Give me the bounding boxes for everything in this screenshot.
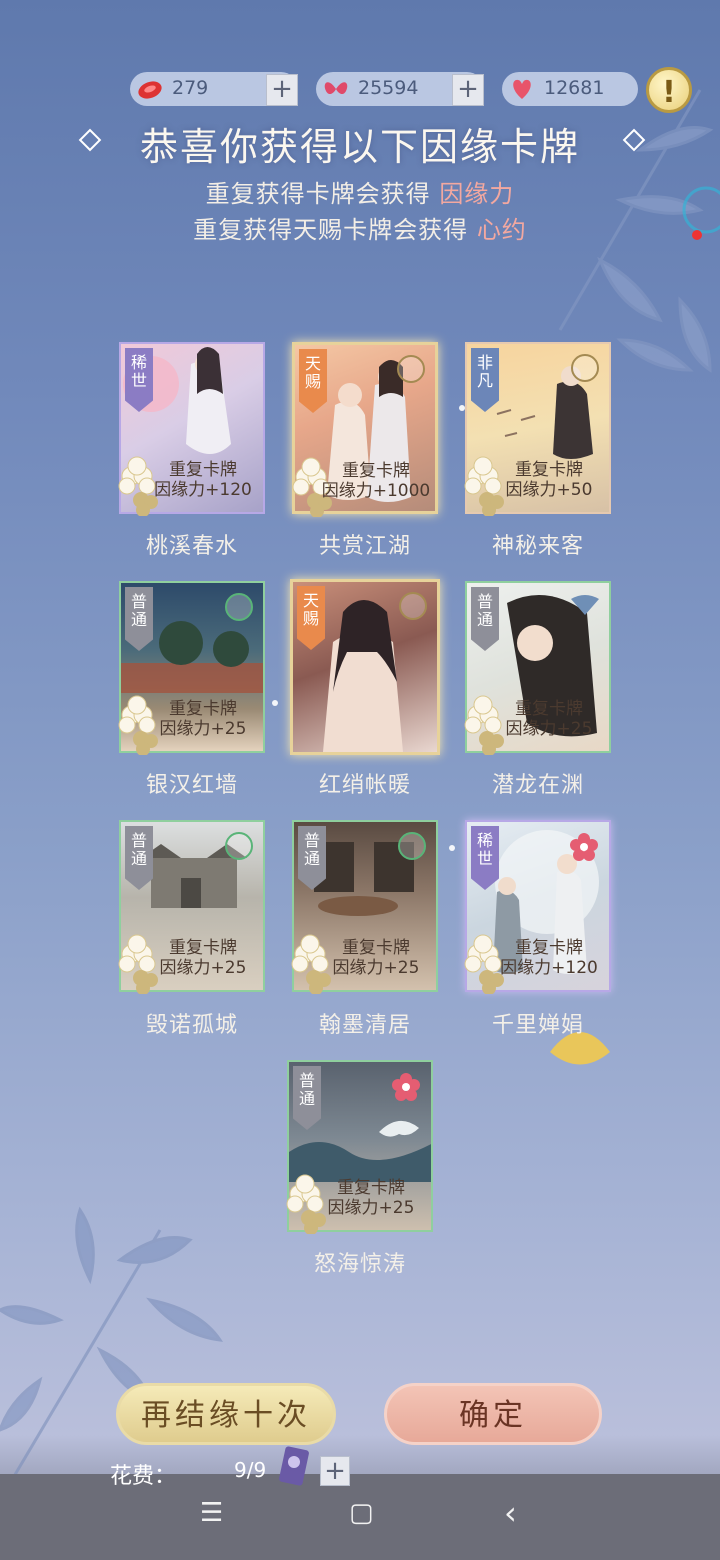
card-emblem-icon xyxy=(571,354,599,382)
repeat-info: 重复卡牌 因缘力+25 xyxy=(143,938,263,978)
fan-icon xyxy=(571,595,599,615)
rank-badge: 天赐 xyxy=(297,586,325,650)
red-gem-icon xyxy=(138,81,162,99)
ticket-icon xyxy=(279,1446,309,1486)
repeat-label: 重复卡牌 xyxy=(169,938,237,958)
card-name: 怒海惊涛 xyxy=(313,1252,406,1277)
card-emblem-icon xyxy=(225,832,253,860)
card-emblem-icon xyxy=(397,355,425,383)
card-emblem-icon xyxy=(225,593,253,621)
repeat-label: 重复卡牌 xyxy=(515,460,583,480)
butterfly-counter: 25594 + xyxy=(316,72,484,106)
repeat-label: 重复卡牌 xyxy=(342,938,410,958)
repeat-info: 重复卡牌 因缘力+1000 xyxy=(317,461,435,501)
card-name: 千里婵娟 xyxy=(491,1013,584,1038)
repeat-label: 重复卡牌 xyxy=(515,699,583,719)
rank-badge: 普通 xyxy=(298,826,326,890)
card-name: 银汉红墙 xyxy=(145,773,238,798)
card-nuhai-jingtao[interactable]: 普通 重复卡牌 因缘力+25 xyxy=(286,1060,433,1234)
repeat-info: 重复卡牌 因缘力+120 xyxy=(489,938,609,978)
rank-badge: 普通 xyxy=(125,587,153,651)
subtitle-2-highlight: 心约 xyxy=(476,216,527,244)
plum-blossom-icon xyxy=(392,1073,420,1101)
cost-value: 9/9 xyxy=(234,1458,267,1482)
back-nav-button[interactable]: ‹ xyxy=(504,1494,517,1532)
card-name: 桃溪春水 xyxy=(145,534,238,559)
repeat-label: 重复卡牌 xyxy=(337,1178,405,1198)
card-huinuo-gucheng[interactable]: 普通 重复卡牌 因缘力+25 xyxy=(118,820,265,994)
card-emblem-icon xyxy=(398,832,426,860)
gain-label: 因缘力+120 xyxy=(500,958,598,978)
repeat-info: 重复卡牌 因缘力+50 xyxy=(489,460,609,500)
card-name: 毁诺孤城 xyxy=(145,1013,238,1038)
subtitle-1-text: 重复获得卡牌会获得 xyxy=(205,180,431,208)
gain-label: 因缘力+25 xyxy=(159,719,247,739)
gain-label: 因缘力+25 xyxy=(327,1198,415,1218)
card-taoxi-chunshui[interactable]: 稀世 重复卡牌 因缘力+120 xyxy=(118,342,265,516)
heart-value: 12681 xyxy=(544,77,605,99)
subtitle-line-1: 重复获得卡牌会获得 因缘力 xyxy=(0,174,720,209)
gain-label: 因缘力+25 xyxy=(332,958,420,978)
repeat-label: 重复卡牌 xyxy=(169,460,237,480)
butterfly-value: 25594 xyxy=(358,77,419,99)
card-shenmi-laike[interactable]: 非凡 重复卡牌 因缘力+50 xyxy=(464,342,611,516)
gem-value: 279 xyxy=(172,77,209,99)
cost-label: 花费： xyxy=(110,1464,177,1489)
confirm-button[interactable]: 确定 xyxy=(384,1383,602,1445)
subtitle-line-2: 重复获得天赐卡牌会获得 心约 xyxy=(0,210,720,245)
subtitle-1-highlight: 因缘力 xyxy=(439,180,515,208)
heart-icon xyxy=(513,79,531,99)
alert-button[interactable]: ! xyxy=(646,67,692,113)
card-name: 神秘来客 xyxy=(491,534,584,559)
card-name: 红绡帐暖 xyxy=(318,773,411,798)
add-ticket-button[interactable]: + xyxy=(320,1456,350,1486)
card-hanmo-qingju[interactable]: 普通 重复卡牌 因缘力+25 xyxy=(291,820,438,994)
repeat-info: 重复卡牌 因缘力+25 xyxy=(489,699,609,739)
rank-badge: 天赐 xyxy=(299,349,327,413)
gain-label: 因缘力+25 xyxy=(505,719,593,739)
heart-counter: 12681 xyxy=(502,72,638,106)
card-qianli-chanjuan[interactable]: 稀世 重复卡牌 因缘力+120 xyxy=(464,820,611,994)
butterfly-icon xyxy=(324,82,348,95)
page-title: 恭喜你获得以下因缘卡牌 xyxy=(139,125,580,169)
rank-badge: 稀世 xyxy=(471,826,499,890)
card-hongxiao-zhangnuan[interactable]: 天赐 xyxy=(290,579,440,755)
repeat-info: 重复卡牌 因缘力+120 xyxy=(143,460,263,500)
plum-blossom-icon xyxy=(570,833,598,861)
card-yinhan-hongqiang[interactable]: 普通 重复卡牌 因缘力+25 xyxy=(118,581,265,755)
repeat-label: 重复卡牌 xyxy=(342,461,410,481)
add-gem-button[interactable]: + xyxy=(266,74,298,106)
rank-badge: 普通 xyxy=(125,826,153,890)
repeat-info: 重复卡牌 因缘力+25 xyxy=(143,699,263,739)
gain-label: 因缘力+25 xyxy=(159,958,247,978)
gain-label: 因缘力+1000 xyxy=(321,481,431,501)
rank-badge: 普通 xyxy=(471,587,499,651)
repeat-info: 重复卡牌 因缘力+25 xyxy=(311,1178,431,1218)
card-name: 翰墨清居 xyxy=(318,1013,411,1038)
rank-badge: 非凡 xyxy=(471,348,499,412)
add-butterfly-button[interactable]: + xyxy=(452,74,484,106)
gain-label: 因缘力+50 xyxy=(505,480,593,500)
card-gongshang-jianghu[interactable]: 天赐 重复卡牌 因缘力+1000 xyxy=(292,342,438,517)
rank-badge: 稀世 xyxy=(125,348,153,412)
gain-label: 因缘力+120 xyxy=(154,480,252,500)
menu-nav-button[interactable]: ☰ xyxy=(200,1498,223,1528)
card-emblem-icon xyxy=(399,592,427,620)
gem-counter: 279 + xyxy=(130,72,298,106)
home-nav-button[interactable]: ▢ xyxy=(349,1498,374,1528)
card-name: 共赏江湖 xyxy=(318,534,411,559)
rank-badge: 普通 xyxy=(293,1066,321,1130)
card-qianlong-zaiyuan[interactable]: 普通 重复卡牌 因缘力+25 xyxy=(464,581,611,755)
card-name: 潜龙在渊 xyxy=(491,773,584,798)
repeat-info: 重复卡牌 因缘力+25 xyxy=(316,938,436,978)
repeat-label: 重复卡牌 xyxy=(169,699,237,719)
subtitle-2-text: 重复获得天赐卡牌会获得 xyxy=(193,216,469,244)
repeat-label: 重复卡牌 xyxy=(515,938,583,958)
draw-ten-again-button[interactable]: 再结缘十次 xyxy=(116,1383,336,1445)
